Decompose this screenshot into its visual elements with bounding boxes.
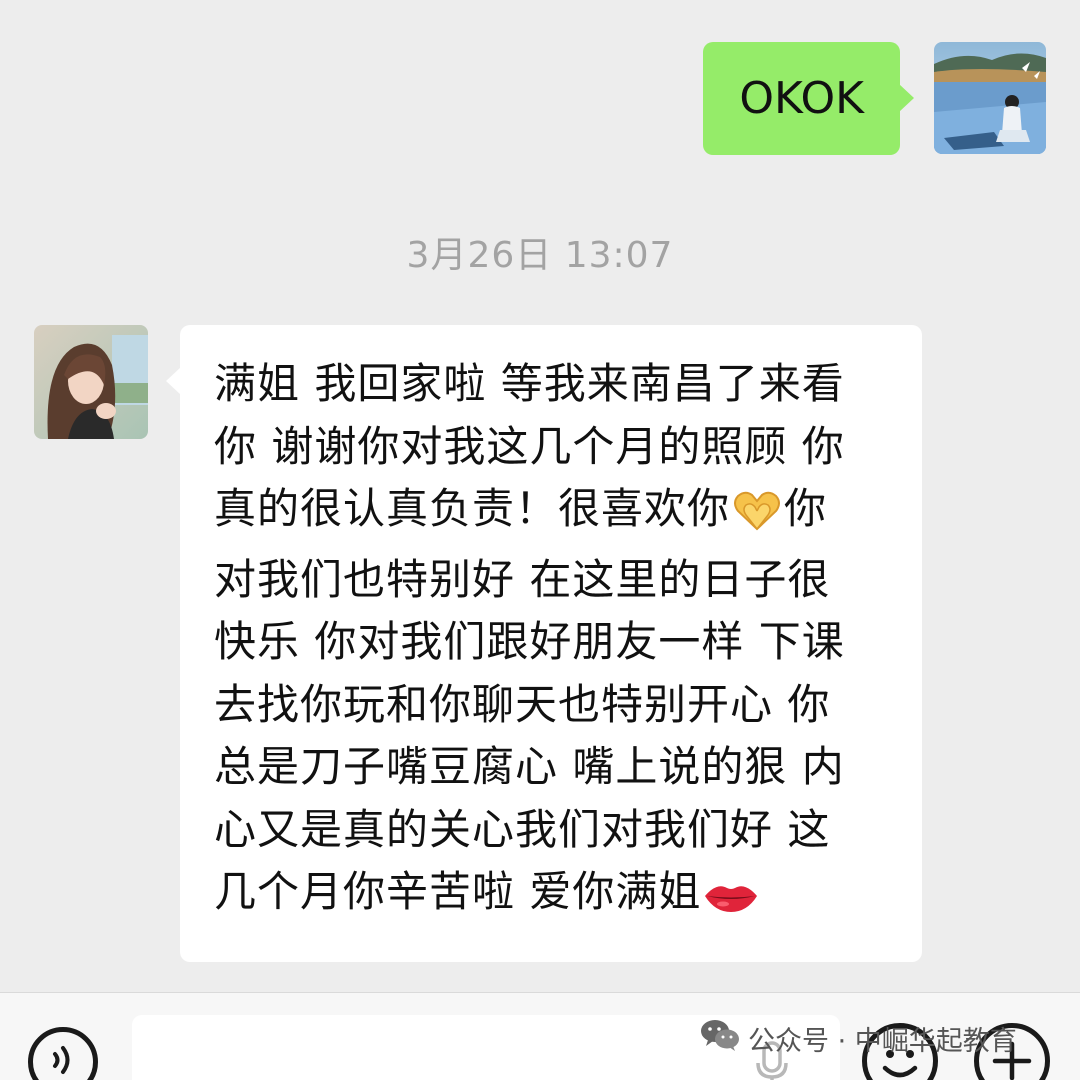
self-avatar[interactable]: [934, 42, 1046, 154]
self-avatar-image: [934, 42, 1046, 154]
watermark-text: 公众号 · 中崛华起教育: [748, 1026, 1017, 1057]
outgoing-message: OKOK: [703, 42, 1046, 155]
watermark: 公众号 · 中崛华起教育: [700, 1018, 1017, 1059]
chat-screen: OKOK 3月26日 13:07 满姐 我回家啦 等我来南昌了来看 你 谢谢你对…: [0, 0, 1080, 1080]
voice-icon[interactable]: [28, 1027, 98, 1080]
incoming-message-text: 几个月你辛苦啦 爱你满姐: [214, 867, 702, 916]
lips-emoji: [703, 869, 759, 932]
incoming-message-line: 快乐 你对我们跟好朋友一样 下课: [214, 617, 845, 666]
incoming-message-text: 你: [784, 484, 828, 533]
contact-avatar-image: [34, 325, 148, 439]
wechat-logo-icon: [700, 1018, 740, 1059]
heart-hands-emoji: [732, 486, 782, 549]
outgoing-bubble[interactable]: OKOK: [703, 42, 914, 155]
incoming-message-line: 真的很认真负责！很喜欢你 你: [214, 478, 898, 549]
incoming-message-line: 去找你玩和你聊天也特别开心 你: [214, 679, 831, 729]
incoming-message: 满姐 我回家啦 等我来南昌了来看 你 谢谢你对我这几个月的照顾 你 真的很认真负…: [34, 325, 922, 962]
incoming-message-line: 对我们也特别好 在这里的日子很: [214, 554, 831, 604]
outgoing-message-text: OKOK: [739, 73, 864, 124]
incoming-message-text: 真的很认真负责！很喜欢你: [214, 484, 731, 533]
incoming-message-line: 满姐 我回家啦 等我来南昌了来看: [214, 359, 845, 408]
incoming-message-line: 心又是真的关心我们对我们好 这: [214, 804, 831, 854]
incoming-message-line: 几个月你辛苦啦 爱你满姐: [214, 861, 898, 932]
incoming-message-line: 你 谢谢你对我这几个月的照顾 你: [214, 421, 845, 471]
incoming-message-line: 总是刀子嘴豆腐心 嘴上说的狠 内: [214, 742, 845, 791]
incoming-bubble[interactable]: 满姐 我回家啦 等我来南昌了来看 你 谢谢你对我这几个月的照顾 你 真的很认真负…: [166, 325, 922, 962]
message-timestamp: 3月26日 13:07: [406, 235, 674, 276]
contact-avatar[interactable]: [34, 325, 148, 439]
